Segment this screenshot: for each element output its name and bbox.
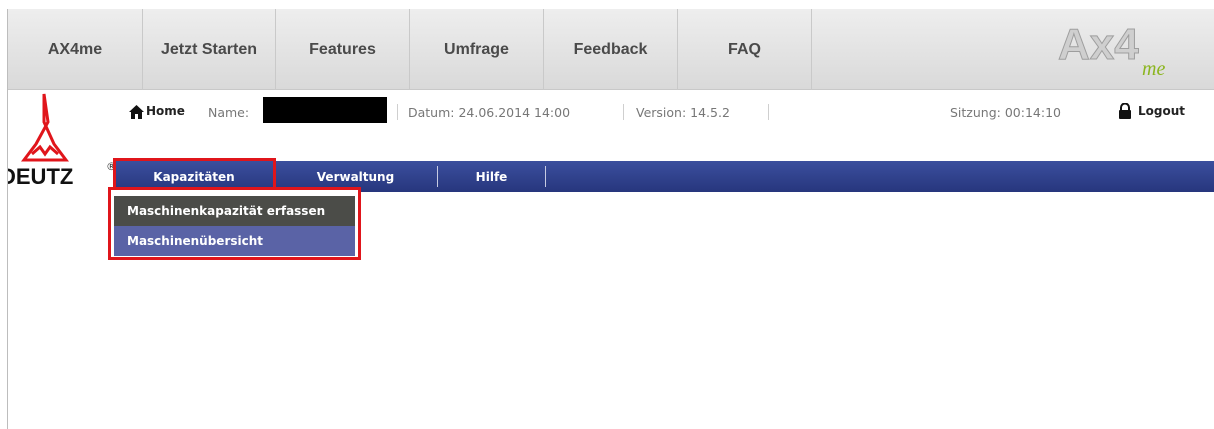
- kapazitaeten-dropdown: Maschinenkapazität erfassen Maschinenübe…: [108, 187, 361, 260]
- deutz-logo-text: DEUTZ: [8, 164, 73, 188]
- sitzung-text: Sitzung: 00:14:10: [950, 105, 1061, 120]
- active-tab-highlight: [113, 158, 276, 190]
- ax4me-logo-main: Ax4: [1058, 20, 1139, 69]
- header-separator: [768, 104, 769, 120]
- top-nav-feedback[interactable]: Feedback: [544, 9, 678, 90]
- home-link[interactable]: Home: [146, 104, 185, 118]
- top-nav-ax4me[interactable]: AX4me: [8, 9, 143, 90]
- dropdown-item-maschinenkapazitaet-erfassen[interactable]: Maschinenkapazität erfassen: [114, 196, 355, 226]
- datum-text: Datum: 24.06.2014 14:00: [408, 105, 571, 120]
- logout-link[interactable]: Logout: [1138, 104, 1185, 118]
- deutz-logo: DEUTZ ®: [8, 93, 116, 188]
- name-label: Name:: [208, 105, 250, 120]
- version-text: Version: 14.5.2: [636, 105, 730, 120]
- menu-separator: [545, 166, 546, 187]
- header-separator: [397, 104, 398, 120]
- top-nav-umfrage[interactable]: Umfrage: [410, 9, 544, 90]
- top-nav-jetzt-starten[interactable]: Jetzt Starten: [143, 9, 276, 90]
- top-navigation: AX4me Jetzt Starten Features Umfrage Fee…: [8, 9, 1214, 90]
- dropdown-item-maschinenuebersicht[interactable]: Maschinenübersicht: [114, 226, 355, 256]
- menu-hilfe[interactable]: Hilfe: [438, 161, 545, 192]
- top-nav-features[interactable]: Features: [276, 9, 410, 90]
- lock-icon[interactable]: [1118, 103, 1132, 119]
- name-value-redacted: [263, 97, 387, 123]
- ax4me-logo-sub: me: [1142, 58, 1165, 79]
- home-icon[interactable]: [129, 105, 144, 119]
- ax4me-logo: Ax4 me: [1058, 20, 1166, 80]
- header-separator: [623, 104, 624, 120]
- top-nav-faq[interactable]: FAQ: [678, 9, 812, 90]
